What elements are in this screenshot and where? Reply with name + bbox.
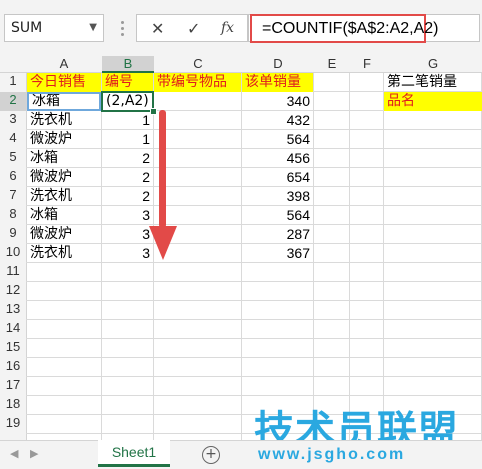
name-box[interactable]: SUM ▼ xyxy=(4,14,104,42)
row-header-13[interactable]: 13 xyxy=(0,301,26,316)
column-header-b[interactable]: B xyxy=(102,56,154,73)
row-header-12[interactable]: 12 xyxy=(0,282,26,297)
row-header-18[interactable]: 18 xyxy=(0,396,26,411)
prev-sheet-icon[interactable]: ◀ xyxy=(10,447,18,460)
cell-b1[interactable]: 编号 xyxy=(102,73,153,92)
row-header-4[interactable]: 4 xyxy=(0,130,26,145)
down-arrow-icon xyxy=(149,110,177,260)
row-header-11[interactable]: 11 xyxy=(0,263,26,278)
cell-d8[interactable]: 564 xyxy=(242,206,310,225)
cell-a6[interactable]: 微波炉 xyxy=(30,168,100,187)
row-header-7[interactable]: 7 xyxy=(0,187,26,202)
cell-a1[interactable]: 今日销售 xyxy=(27,73,101,92)
cell-g1[interactable]: 第二笔销量 xyxy=(384,73,482,92)
cell-c1[interactable]: 带编号物品 xyxy=(154,73,241,92)
formula-buttons: ✕ ✓ fx xyxy=(136,14,248,42)
row-header-9[interactable]: 9 xyxy=(0,225,26,240)
cell-d10[interactable]: 367 xyxy=(242,244,310,263)
cell-d9[interactable]: 287 xyxy=(242,225,310,244)
column-header-g[interactable]: G xyxy=(384,56,482,71)
cancel-icon[interactable]: ✕ xyxy=(151,19,164,38)
watermark-site: www.jsgho.com xyxy=(258,446,406,463)
row-header-16[interactable]: 16 xyxy=(0,358,26,373)
row-header-19[interactable]: 19 xyxy=(0,415,26,430)
cell-d3[interactable]: 432 xyxy=(242,111,310,130)
row-header-15[interactable]: 15 xyxy=(0,339,26,354)
cell-b6[interactable]: 2 xyxy=(102,168,150,187)
column-header-a[interactable]: A xyxy=(26,56,102,71)
cell-d4[interactable]: 564 xyxy=(242,130,310,149)
cell-a10[interactable]: 洗衣机 xyxy=(30,244,100,263)
column-header-c[interactable]: C xyxy=(154,56,242,71)
confirm-icon[interactable]: ✓ xyxy=(187,19,200,38)
row-header-bar: 1 2 3 4 5 6 7 8 9 10 11 12 13 14 15 16 1… xyxy=(0,73,27,440)
cell-b2-active[interactable]: (2,A2) xyxy=(101,91,154,112)
chevron-down-icon[interactable]: ▼ xyxy=(89,15,97,41)
cell-a8[interactable]: 冰箱 xyxy=(30,206,100,225)
column-header-d[interactable]: D xyxy=(242,56,314,71)
cell-a4[interactable]: 微波炉 xyxy=(30,130,100,149)
row-header-8[interactable]: 8 xyxy=(0,206,26,221)
formula-value: =COUNTIF($A$2:A2,A2) xyxy=(262,20,439,37)
formula-bar: SUM ▼ ✕ ✓ fx =COUNTIF($A$2:A2,A2) xyxy=(0,0,482,57)
cell-b7[interactable]: 2 xyxy=(102,187,150,206)
cell-a7[interactable]: 洗衣机 xyxy=(30,187,100,206)
column-header-e[interactable]: E xyxy=(314,56,350,71)
row-header-17[interactable]: 17 xyxy=(0,377,26,392)
cell-a5[interactable]: 冰箱 xyxy=(30,149,100,168)
cell-b4[interactable]: 1 xyxy=(102,130,150,149)
cell-g2[interactable]: 品名 xyxy=(384,92,482,111)
cell-d1[interactable]: 该单销量 xyxy=(242,73,313,92)
next-sheet-icon[interactable]: ▶ xyxy=(30,447,38,460)
cell-b8[interactable]: 3 xyxy=(102,206,150,225)
column-header-f[interactable]: F xyxy=(350,56,384,71)
column-header-bar: A B C D E F G xyxy=(0,56,482,73)
cell-b9[interactable]: 3 xyxy=(102,225,150,244)
cell-d7[interactable]: 398 xyxy=(242,187,310,206)
name-box-value: SUM xyxy=(11,20,43,36)
row-header-14[interactable]: 14 xyxy=(0,320,26,335)
sheet-tab-sheet1[interactable]: Sheet1 xyxy=(98,440,170,467)
cell-d6[interactable]: 654 xyxy=(242,168,310,187)
row-header-3[interactable]: 3 xyxy=(0,111,26,126)
formula-text[interactable]: =COUNTIF($A$2:A2,A2) xyxy=(250,14,439,43)
row-header-10[interactable]: 10 xyxy=(0,244,26,259)
add-sheet-icon[interactable]: + xyxy=(202,446,220,464)
cell-a3[interactable]: 洗衣机 xyxy=(30,111,100,130)
row-header-2[interactable]: 2 xyxy=(0,92,26,111)
row-header-5[interactable]: 5 xyxy=(0,149,26,164)
cell-b10[interactable]: 3 xyxy=(102,244,150,263)
cell-d5[interactable]: 456 xyxy=(242,149,310,168)
cell-a2[interactable]: 冰箱 xyxy=(27,92,101,111)
cell-b5[interactable]: 2 xyxy=(102,149,150,168)
insert-function-icon[interactable]: fx xyxy=(221,20,234,36)
row-header-1[interactable]: 1 xyxy=(0,73,26,88)
cell-a9[interactable]: 微波炉 xyxy=(30,225,100,244)
cell-b3[interactable]: 1 xyxy=(102,111,150,130)
row-header-6[interactable]: 6 xyxy=(0,168,26,183)
sheet-tab-bar: ◀ ▶ Sheet1 + xyxy=(0,440,482,469)
drag-handle-icon[interactable] xyxy=(118,18,126,38)
cell-d2[interactable]: 340 xyxy=(242,92,310,111)
